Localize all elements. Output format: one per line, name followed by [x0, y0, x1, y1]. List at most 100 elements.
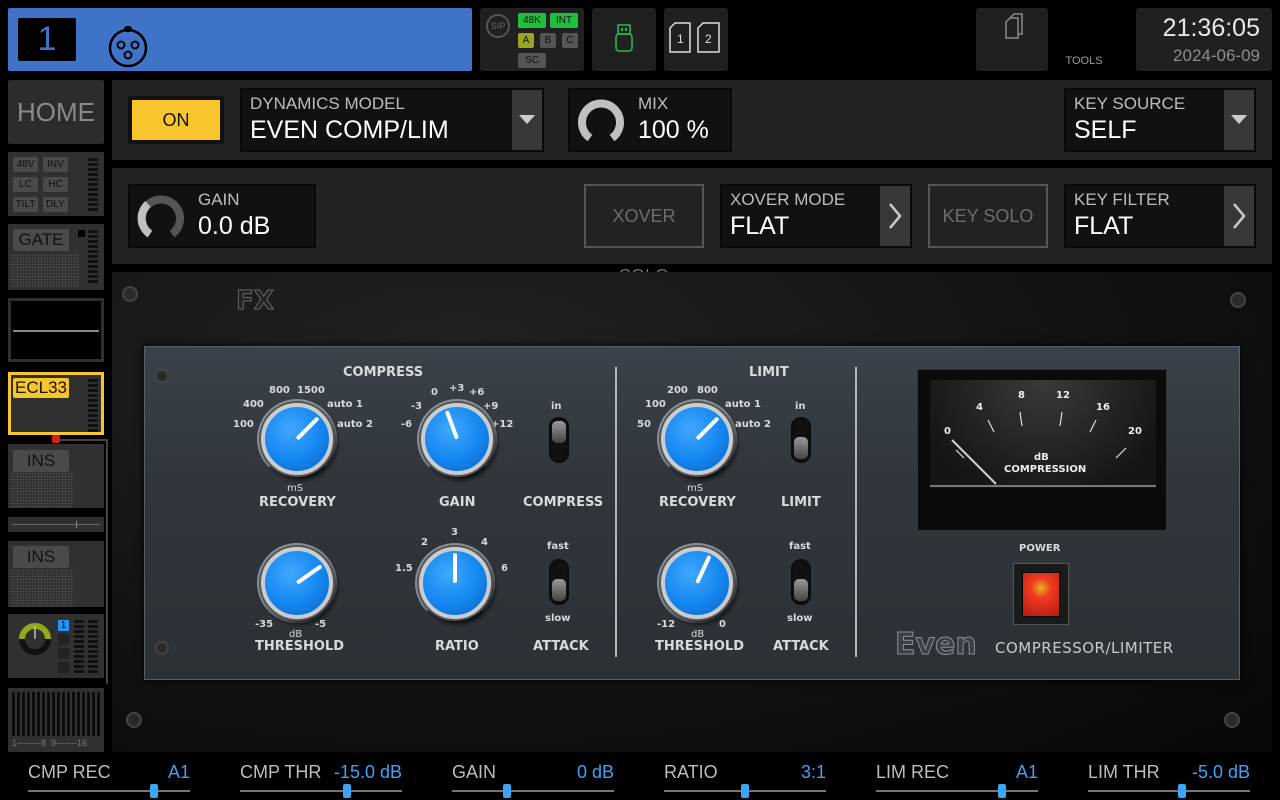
limit-attack-slow: slow	[787, 613, 813, 624]
param-slider[interactable]: CMP REC A1	[28, 752, 190, 800]
bus-slot	[58, 662, 69, 673]
slider-track[interactable]	[1088, 790, 1250, 792]
mix-control[interactable]: MIX 100 %	[568, 88, 732, 152]
xover-mode-select[interactable]: XOVER MODE FLAT	[720, 184, 912, 248]
compress-threshold-knob[interactable]	[261, 547, 333, 619]
phantom-48v-chip: 48V	[13, 157, 38, 172]
compress-section-title: COMPRESS	[343, 365, 424, 380]
limit-recovery-knob[interactable]	[661, 403, 733, 475]
send-level-knob-icon	[19, 623, 51, 655]
sd-cards-button[interactable]: 1 2	[664, 8, 728, 71]
chevron-right-icon[interactable]	[880, 186, 910, 246]
slider-thumb[interactable]	[998, 784, 1007, 798]
param-slider[interactable]: CMP THR -15.0 dB	[240, 752, 402, 800]
xlr-input-icon	[108, 26, 148, 68]
gain-value: 0.0 dB	[198, 212, 271, 240]
param-slider[interactable]: GAIN 0 dB	[452, 752, 614, 800]
screw-icon	[1224, 712, 1240, 728]
slot-b-badge: B	[540, 33, 556, 48]
home-button[interactable]: HOME	[8, 80, 104, 144]
dropdown-arrow-icon[interactable]	[512, 90, 542, 150]
slider-thumb[interactable]	[1177, 784, 1186, 798]
channel-selector[interactable]: 1	[8, 8, 472, 71]
input-block[interactable]: 48V INV LC HC TILT DLY	[8, 152, 104, 216]
key-filter-select[interactable]: KEY FILTER FLAT	[1064, 184, 1256, 248]
bus-meter-left	[74, 620, 84, 675]
eq-block[interactable]	[8, 298, 104, 362]
slider-thumb[interactable]	[342, 784, 351, 798]
param-slider[interactable]: RATIO 3:1	[664, 752, 826, 800]
compress-attack-toggle[interactable]	[549, 559, 569, 605]
gate-block[interactable]: GATE	[8, 224, 104, 290]
limit-recovery-scale-auto1: auto 1	[725, 399, 761, 410]
compress-recovery-knob[interactable]	[261, 403, 333, 475]
limit-recovery-label: RECOVERY	[659, 495, 736, 510]
compress-in-toggle[interactable]	[549, 417, 569, 463]
bus-send-block[interactable]: 1	[8, 614, 104, 678]
dynamics-meter	[88, 379, 98, 434]
screw-icon	[126, 712, 142, 728]
ratio-scale-2: 2	[421, 537, 428, 548]
limit-attack-toggle[interactable]	[791, 559, 811, 605]
screw-icon	[155, 641, 169, 655]
vu-scale-20: 20	[1128, 426, 1142, 437]
slider-thumb[interactable]	[503, 784, 512, 798]
limit-recovery-unit: mS	[687, 483, 704, 494]
compress-threshold-label: THRESHOLD	[255, 639, 345, 654]
brand-subtitle: COMPRESSOR/LIMITER	[995, 639, 1174, 657]
sync-status-panel[interactable]: SIP 48K INT A B C SC	[480, 8, 584, 71]
param-slider[interactable]: LIM REC A1	[876, 752, 1038, 800]
recovery-scale-100: 100	[233, 419, 254, 430]
fader-block[interactable]	[8, 517, 104, 532]
compress-recovery-label: RECOVERY	[259, 495, 336, 510]
tools-label: TOOLS	[1065, 55, 1103, 67]
vu-scale-16: 16	[1096, 402, 1110, 413]
recovery-unit: mS	[287, 483, 304, 494]
compress-ratio-knob[interactable]	[419, 547, 491, 619]
compress-switch-in-label: in	[551, 401, 562, 412]
param-value: A1	[1015, 762, 1038, 782]
tools-documents-icon	[1005, 13, 1023, 39]
slider-track[interactable]	[876, 790, 1038, 792]
param-name: RATIO	[664, 762, 718, 782]
insert1-block[interactable]: INS	[8, 444, 104, 508]
limit-in-toggle[interactable]	[791, 417, 811, 463]
slider-track[interactable]	[452, 790, 614, 792]
on-button[interactable]: ON	[128, 96, 224, 144]
dropdown-arrow-icon[interactable]	[1224, 90, 1254, 150]
power-switch[interactable]	[1013, 563, 1069, 625]
key-solo-button[interactable]: KEY SOLO	[928, 184, 1048, 248]
bus-overview-block[interactable]: 1--------8 9-------16	[8, 688, 104, 752]
usb-button[interactable]	[592, 8, 656, 71]
fader-handle[interactable]	[76, 521, 77, 528]
xover-solo-button[interactable]: XOVER SOLO	[584, 184, 704, 286]
key-source-select[interactable]: KEY SOURCE SELF	[1064, 88, 1256, 152]
bus-slot	[58, 648, 69, 659]
slider-thumb[interactable]	[150, 784, 159, 798]
slider-track[interactable]	[28, 790, 190, 792]
section-divider	[855, 367, 857, 657]
card-slot-2: 2	[705, 32, 712, 46]
bus-bars	[12, 692, 100, 736]
param-slider[interactable]: LIM THR -5.0 dB	[1088, 752, 1250, 800]
dynamics-block[interactable]: ECL33	[8, 372, 104, 435]
vu-needle	[951, 439, 997, 485]
sc-badge: SC	[518, 53, 546, 68]
threshold-max: -5	[315, 619, 327, 630]
recovery-scale-auto2: auto 2	[337, 419, 373, 430]
invert-chip: INV	[43, 157, 68, 172]
gain-scale-p6: +6	[469, 387, 485, 398]
limit-recovery-scale-100: 100	[645, 399, 666, 410]
compression-vu-meter: 0 4 8 12 16 20 dB COMPRESSION	[917, 369, 1167, 531]
tools-button[interactable]: TOOLS	[976, 8, 1103, 71]
insert1-pattern	[10, 472, 74, 508]
knob-pointer	[695, 554, 712, 584]
dynamics-model-select[interactable]: DYNAMICS MODEL EVEN COMP/LIM	[240, 88, 544, 152]
compress-gain-knob[interactable]	[421, 403, 493, 475]
limit-threshold-knob[interactable]	[661, 547, 733, 619]
chevron-right-icon[interactable]	[1224, 186, 1254, 246]
slider-track[interactable]	[240, 790, 402, 792]
insert2-block[interactable]: INS	[8, 541, 104, 607]
gain-control[interactable]: GAIN 0.0 dB	[128, 184, 316, 248]
slider-thumb[interactable]	[741, 784, 749, 798]
